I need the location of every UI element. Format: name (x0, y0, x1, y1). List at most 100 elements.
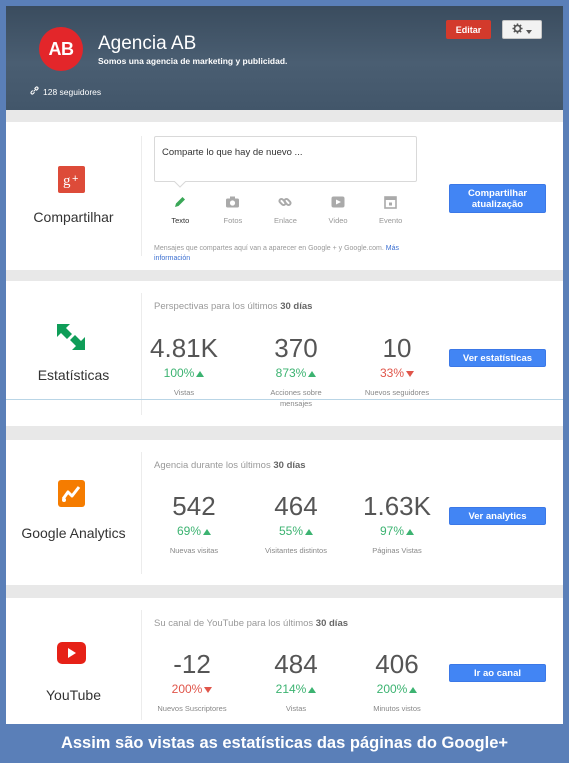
svg-text:+: + (72, 173, 78, 185)
arrow-down-icon (406, 370, 415, 377)
stats-card: Estatísticas Perspectivas para los últim… (6, 281, 563, 426)
share-label: Compartilhar (33, 209, 114, 225)
google-plus-dashboard: AB Agencia AB Somos una agencia de marke… (6, 6, 563, 724)
stat-new-followers: 10 33% Nuevos seguidores (342, 334, 452, 398)
stat-value: 484 (274, 649, 318, 679)
analytics-card: Google Analytics Agencia durante los últ… (6, 440, 563, 585)
stat-value: 4.81K (150, 333, 218, 363)
stat-pct: 873% (275, 366, 307, 380)
view-analytics-button[interactable]: Ver analytics (449, 507, 546, 525)
arrow-up-icon (196, 370, 205, 377)
stat-caption: Acciones sobre mensajes (270, 388, 322, 408)
stat-value: 464 (274, 491, 318, 521)
stat-change: 97% (342, 524, 452, 538)
youtube-label: YouTube (45, 687, 101, 703)
divider-line (6, 399, 563, 400)
youtube-icon (57, 642, 86, 669)
view-stats-button[interactable]: Ver estatísticas (449, 349, 546, 367)
link-icon (259, 194, 312, 210)
page-header: AB Agencia AB Somos una agencia de marke… (6, 6, 563, 110)
pencil-icon (154, 194, 207, 210)
tool-text[interactable]: Texto (154, 194, 207, 225)
stat-change: 100% (129, 366, 239, 380)
stats-arrows-icon (55, 321, 87, 358)
stat-change: 33% (342, 366, 452, 380)
tool-video[interactable]: Video (312, 194, 365, 225)
youtube-card: YouTube Su canal de YouTube para los últ… (6, 598, 563, 724)
gear-icon (512, 21, 523, 39)
stat-caption: Nuevos seguidores (364, 388, 430, 397)
calendar-icon (364, 194, 417, 210)
stat-caption: Nuevas visitas (169, 546, 219, 555)
tool-link-label: Enlace (274, 216, 297, 225)
stat-caption: Vistas (173, 388, 195, 397)
page-tagline: Somos una agencia de marketing y publici… (98, 56, 288, 66)
tool-photos[interactable]: Fotos (207, 194, 260, 225)
go-to-channel-button[interactable]: Ir ao canal (449, 664, 546, 682)
stat-page-views: 1.63K 97% Páginas Vistas (342, 492, 452, 556)
stat-caption: Páginas Vistas (372, 546, 422, 555)
image-caption: Assim são vistas as estatísticas das pág… (0, 724, 569, 763)
stat-caption: Vistas (285, 704, 307, 713)
stat-distinct-visitors: 464 55% Visitantes distintos (241, 492, 351, 556)
analytics-title-text: Agencia durante los últimos (154, 460, 271, 471)
stat-pct: 69% (176, 524, 202, 538)
input-pointer-icon (174, 181, 186, 188)
stat-pct: 200% (376, 682, 408, 696)
share-note-text: Mensajes que compartes aquí van a aparec… (154, 245, 384, 252)
edit-button[interactable]: Editar (446, 20, 491, 39)
tool-event-label: Evento (378, 216, 403, 225)
tool-video-label: Video (328, 216, 348, 225)
stats-title-period: 30 días (280, 301, 313, 312)
stat-value: 1.63K (363, 491, 431, 521)
stats-title-text: Perspectivas para los últimos (154, 301, 278, 312)
stat-pct: 200% (171, 682, 203, 696)
share-tools: Texto Fotos Enlace Video Evento (154, 194, 417, 225)
stat-new-subscribers: -12 200% Nuevos Suscriptores (137, 650, 247, 714)
stat-pct: 97% (379, 524, 405, 538)
tool-photos-label: Fotos (223, 216, 243, 225)
stat-value: 10 (382, 333, 412, 363)
stat-caption: Nuevos Suscriptores (157, 704, 227, 713)
divider (141, 136, 142, 256)
video-icon (312, 194, 365, 210)
stat-change: 214% (241, 682, 351, 696)
arrow-up-icon (409, 686, 418, 693)
analytics-title-period: 30 días (273, 460, 306, 471)
tool-event[interactable]: Evento (364, 194, 417, 225)
share-update-button[interactable]: Compartilhar atualização (449, 184, 546, 213)
stat-new-visits: 542 69% Nuevas visitas (139, 492, 249, 556)
arrow-up-icon (406, 528, 415, 535)
youtube-title: Su canal de YouTube para los últimos 30 … (154, 618, 348, 629)
analytics-title: Agencia durante los últimos 30 días (154, 460, 306, 471)
tool-link[interactable]: Enlace (259, 194, 312, 225)
analytics-label: Google Analytics (21, 525, 126, 541)
youtube-title-text: Su canal de YouTube para los últimos (154, 618, 314, 629)
arrow-down-icon (204, 686, 213, 693)
camera-icon (207, 194, 260, 210)
stat-minutes-watched: 406 200% Minutos vistos (342, 650, 452, 714)
stat-caption: Minutos vistos (373, 704, 421, 713)
arrow-up-icon (308, 686, 317, 693)
stat-caption: Visitantes distintos (265, 546, 327, 555)
chevron-down-icon (526, 21, 532, 39)
share-input[interactable]: Comparte lo que hay de nuevo ... (154, 136, 417, 182)
analytics-icon (58, 480, 85, 512)
page-title: Agencia AB (98, 33, 197, 54)
stat-pct: 55% (278, 524, 304, 538)
google-plus-icon: g + (58, 166, 85, 198)
stats-title: Perspectivas para los últimos 30 días (154, 301, 312, 312)
avatar[interactable]: AB (39, 27, 83, 71)
youtube-title-period: 30 días (315, 618, 349, 629)
stat-pct: 33% (379, 366, 405, 380)
stat-value: 542 (172, 491, 216, 521)
stat-value: 406 (375, 649, 419, 679)
stat-value: -12 (173, 649, 211, 679)
settings-menu-button[interactable] (502, 20, 542, 39)
stat-pct: 214% (275, 682, 307, 696)
stat-change: 200% (342, 682, 452, 696)
stat-views: 4.81K 100% Vistas (129, 334, 239, 398)
followers-count[interactable]: 128 seguidores (30, 86, 101, 97)
stat-views: 484 214% Vistas (241, 650, 351, 714)
stat-change: 873% (241, 366, 351, 380)
